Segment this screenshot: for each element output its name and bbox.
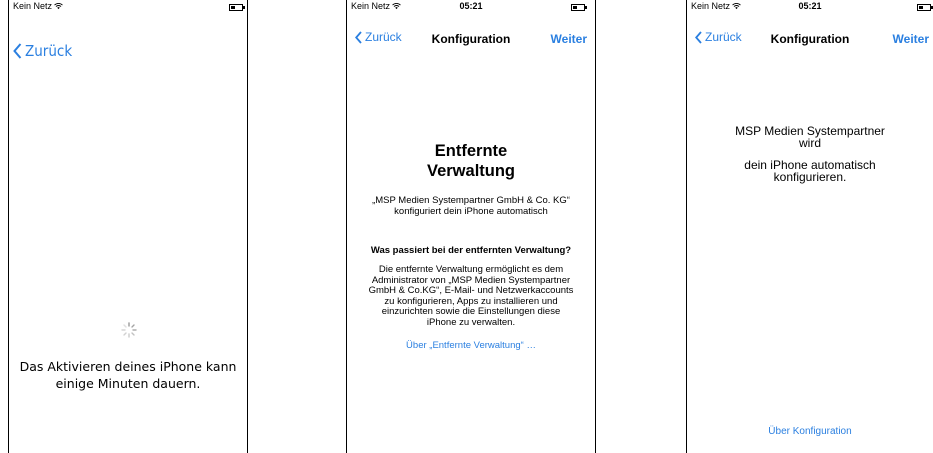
clock: 05:21 [798,1,822,11]
remote-management-content: Entfernte Verwaltung „MSP Medien Systemp… [367,141,575,351]
about-configuration-link[interactable]: Über Konfiguration [687,426,933,437]
back-button[interactable]: Zurück [13,42,72,60]
phone-screen-activation: Kein Netz Zurück Das Aktivieren deines i… [8,0,248,453]
back-label: Zurück [25,42,73,60]
intro-text: „MSP Medien Systempartner GmbH & Co. KG“… [372,195,570,217]
carrier-label: Kein Netz [13,1,53,11]
activation-message-line2: einige Minuten dauern. [55,376,201,391]
battery-icon [917,4,933,11]
status-bar: Kein Netz [9,0,247,14]
config-line2: konfigurieren. [773,170,847,184]
navigation-bar: Zurück [9,42,247,64]
spinner-icon [121,322,137,338]
question-heading: Was passiert bei der entfernten Verwaltu… [370,245,572,256]
activation-message-line1: Das Aktivieren deines iPhone kann [19,359,237,374]
navigation-bar: Zurück Konfiguration Weiter [687,30,933,52]
wifi-icon [54,3,63,10]
status-bar: Kein Netz 05:21 [687,0,933,14]
battery-icon [571,4,587,11]
navigation-bar: Zurück Konfiguration Weiter [347,30,595,52]
about-remote-management-link[interactable]: Über „Entfernte Verwaltung“ … [367,340,575,351]
clock: 05:21 [459,1,483,11]
chevron-left-icon [13,43,22,59]
org-line2: wird [798,136,821,150]
page-title: Entfernte Verwaltung [426,142,516,180]
activation-message: Das Aktivieren deines iPhone kann einige… [9,358,247,392]
status-bar: Kein Netz 05:21 [347,0,595,14]
phone-screen-configuration: Kein Netz 05:21 Zurück Konfiguration Wei… [686,0,933,453]
configuration-message: MSP Medien Systempartner wird dein iPhon… [705,125,915,183]
explanation-text: Die entfernte Verwaltung ermöglicht es d… [368,264,574,328]
next-button[interactable]: Weiter [893,32,929,46]
next-button[interactable]: Weiter [551,32,587,46]
phone-screen-remote-management: Kein Netz 05:21 Zurück Konfiguration Wei… [346,0,596,453]
battery-icon [229,4,245,11]
